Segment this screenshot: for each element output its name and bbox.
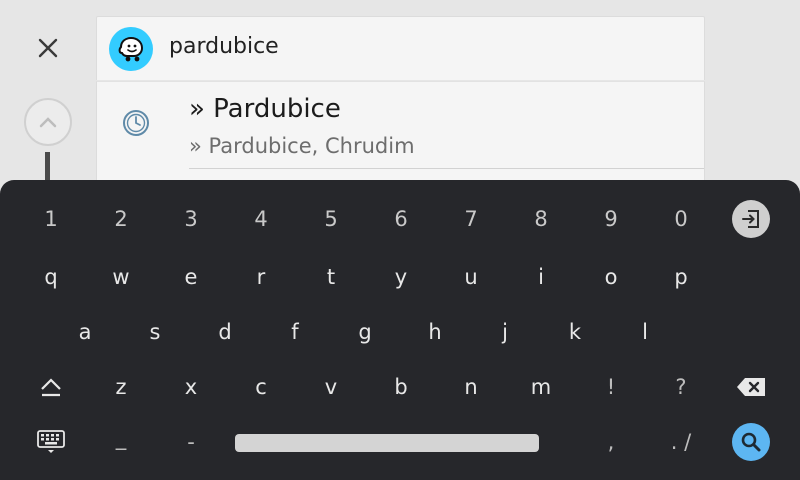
key-q[interactable]: q (21, 253, 81, 301)
clock-icon (123, 110, 149, 136)
key-exclamation[interactable]: ! (581, 363, 641, 411)
search-button[interactable] (732, 423, 770, 461)
result-title: » Pardubice (189, 94, 341, 124)
key-g[interactable]: g (335, 308, 395, 356)
key-h[interactable]: h (405, 308, 465, 356)
backspace-key[interactable] (721, 363, 781, 411)
key-i[interactable]: i (511, 253, 571, 301)
search-bar[interactable]: pardubice (96, 16, 705, 80)
key-6[interactable]: 6 (371, 195, 431, 243)
result-subtitle: » Pardubice, Chrudim (189, 134, 415, 158)
key-d[interactable]: d (195, 308, 255, 356)
key-comma[interactable]: , (581, 418, 641, 466)
key-a[interactable]: a (55, 308, 115, 356)
key-n[interactable]: n (441, 363, 501, 411)
key-l[interactable]: l (615, 308, 675, 356)
close-button[interactable] (28, 28, 68, 68)
key-8[interactable]: 8 (511, 195, 571, 243)
search-input[interactable]: pardubice (169, 34, 279, 59)
key-dash[interactable]: - (161, 418, 221, 466)
close-icon (38, 38, 58, 58)
key-r[interactable]: r (231, 253, 291, 301)
chevron-up-icon (39, 117, 57, 128)
key-s[interactable]: s (125, 308, 185, 356)
space-key[interactable] (235, 434, 539, 452)
list-item[interactable]: » Pardubice » Pardubice, Chrudim (96, 81, 705, 181)
key-f[interactable]: f (265, 308, 325, 356)
keyboard-icon (37, 430, 65, 453)
key-b[interactable]: b (371, 363, 431, 411)
search-icon (741, 432, 761, 452)
key-question[interactable]: ? (651, 363, 711, 411)
key-2[interactable]: 2 (91, 195, 151, 243)
key-m[interactable]: m (511, 363, 571, 411)
key-c[interactable]: c (231, 363, 291, 411)
backspace-icon (737, 378, 765, 396)
key-y[interactable]: y (371, 253, 431, 301)
key-t[interactable]: t (301, 253, 361, 301)
key-underscore[interactable]: _ (91, 414, 151, 462)
key-j[interactable]: j (475, 308, 535, 356)
exit-keyboard-icon (742, 210, 759, 228)
key-period-slash[interactable]: . / (651, 418, 711, 466)
scroll-up-button[interactable] (24, 98, 72, 146)
key-e[interactable]: e (161, 253, 221, 301)
exit-keyboard-button[interactable] (732, 200, 770, 238)
key-1[interactable]: 1 (21, 195, 81, 243)
key-4[interactable]: 4 (231, 195, 291, 243)
shift-icon (41, 378, 61, 397)
divider (189, 168, 704, 169)
waze-logo-icon (109, 27, 153, 71)
key-9[interactable]: 9 (581, 195, 641, 243)
key-k[interactable]: k (545, 308, 605, 356)
key-o[interactable]: o (581, 253, 641, 301)
key-x[interactable]: x (161, 363, 221, 411)
key-u[interactable]: u (441, 253, 501, 301)
keyboard-switch-key[interactable] (21, 418, 81, 466)
key-p[interactable]: p (651, 253, 711, 301)
on-screen-keyboard: 1 2 3 4 5 6 7 8 9 0 q w e r t y u i o p … (0, 180, 800, 480)
key-v[interactable]: v (301, 363, 361, 411)
key-3[interactable]: 3 (161, 195, 221, 243)
key-5[interactable]: 5 (301, 195, 361, 243)
scroll-track[interactable] (45, 152, 50, 182)
key-w[interactable]: w (91, 253, 151, 301)
key-0[interactable]: 0 (651, 195, 711, 243)
key-z[interactable]: z (91, 363, 151, 411)
key-7[interactable]: 7 (441, 195, 501, 243)
shift-key[interactable] (21, 363, 81, 411)
